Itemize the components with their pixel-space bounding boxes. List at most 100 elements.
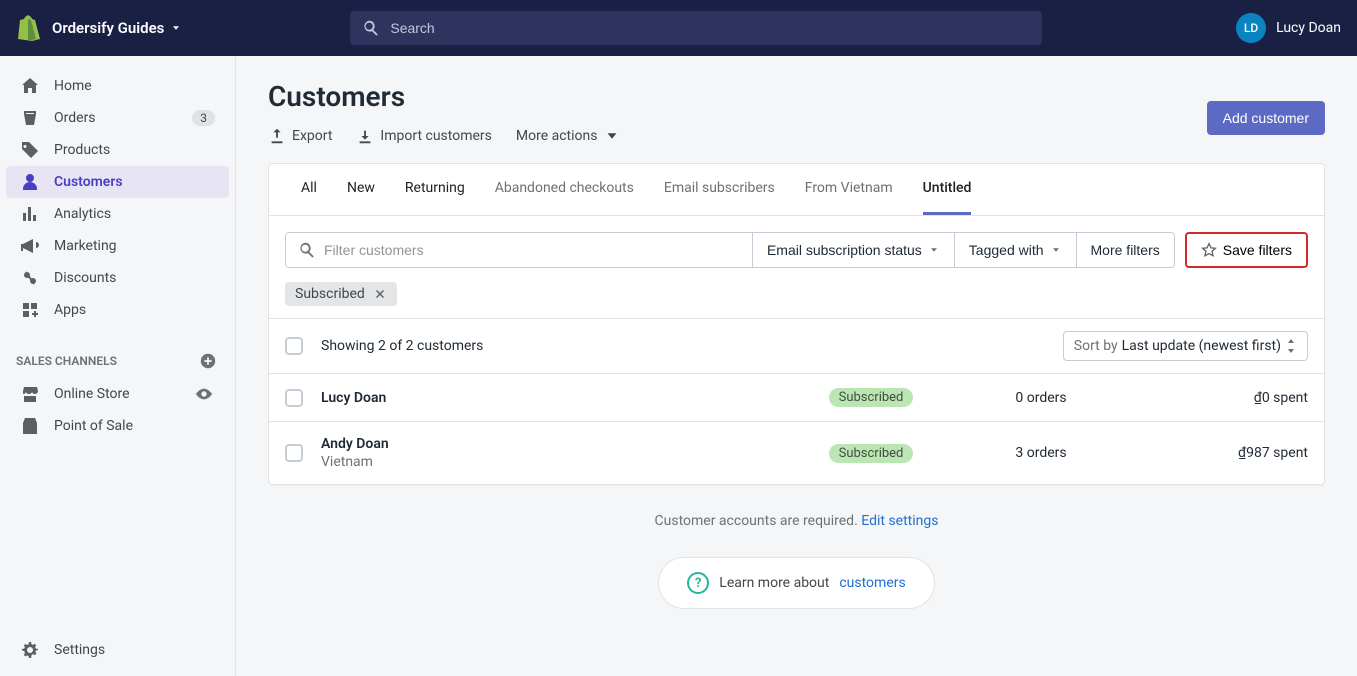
eye-icon xyxy=(195,385,213,403)
tag-icon xyxy=(20,140,40,160)
tab-abandoned[interactable]: Abandoned checkouts xyxy=(495,164,634,215)
edit-settings-link[interactable]: Edit settings xyxy=(861,513,938,529)
sales-channels-label: SALES CHANNELS xyxy=(16,354,117,368)
discount-icon xyxy=(20,268,40,288)
filter-label: Email subscription status xyxy=(767,242,922,258)
orders-cell: 0 orders xyxy=(961,390,1121,406)
save-filters-button[interactable]: Save filters xyxy=(1185,232,1308,268)
sidebar-item-settings[interactable]: Settings xyxy=(6,634,229,666)
add-channel-button[interactable] xyxy=(197,350,219,372)
home-icon xyxy=(20,76,40,96)
topbar: Ordersify Guides LD Lucy Doan xyxy=(0,0,1357,56)
import-button[interactable]: Import customers xyxy=(356,127,491,145)
customer-name: Lucy Doan xyxy=(321,390,781,406)
filter-search-input[interactable] xyxy=(324,242,740,258)
sidebar-item-apps[interactable]: Apps xyxy=(6,294,229,326)
sales-channels-heading: SALES CHANNELS xyxy=(0,350,235,372)
plus-circle-icon xyxy=(199,352,217,370)
applied-filters: Subscribed xyxy=(285,282,1308,306)
table-row[interactable]: Andy Doan Vietnam Subscribed 3 orders ₫9… xyxy=(269,421,1324,484)
import-icon xyxy=(356,127,374,145)
page-header: Customers Export Import customers More a… xyxy=(268,80,1325,145)
filter-label: Tagged with xyxy=(969,242,1044,258)
save-filters-label: Save filters xyxy=(1223,242,1292,258)
store-switcher[interactable]: Ordersify Guides xyxy=(52,19,182,37)
user-name-label: Lucy Doan xyxy=(1276,20,1341,36)
export-icon xyxy=(268,127,286,145)
spent-cell: ₫987 spent xyxy=(1121,445,1308,461)
sidebar-item-pos[interactable]: Point of Sale xyxy=(6,410,229,442)
sidebar-item-label: Discounts xyxy=(54,270,215,286)
tab-email-subscribers[interactable]: Email subscribers xyxy=(664,164,775,215)
sidebar-item-label: Online Store xyxy=(54,386,179,402)
more-filters-button[interactable]: More filters xyxy=(1077,232,1175,268)
customer-location: Vietnam xyxy=(321,454,781,470)
tab-new[interactable]: New xyxy=(347,164,375,215)
more-actions-label: More actions xyxy=(516,128,598,144)
user-menu[interactable]: LD Lucy Doan xyxy=(1236,13,1341,43)
close-icon xyxy=(373,287,387,301)
sidebar-item-orders[interactable]: Orders 3 xyxy=(6,102,229,134)
export-button[interactable]: Export xyxy=(268,127,332,145)
sidebar-item-home[interactable]: Home xyxy=(6,70,229,102)
row-checkbox[interactable] xyxy=(285,389,303,407)
sidebar-item-online-store[interactable]: Online Store xyxy=(6,378,229,410)
sidebar-item-customers[interactable]: Customers xyxy=(6,166,229,198)
sidebar-item-analytics[interactable]: Analytics xyxy=(6,198,229,230)
sidebar-item-label: Marketing xyxy=(54,238,215,254)
orders-icon xyxy=(20,108,40,128)
global-search-input[interactable] xyxy=(390,20,1030,36)
spent-cell: ₫0 spent xyxy=(1121,390,1308,406)
status-badge: Subscribed xyxy=(829,388,914,407)
star-icon xyxy=(1201,242,1217,258)
import-label: Import customers xyxy=(380,128,491,144)
tab-all[interactable]: All xyxy=(301,164,317,215)
analytics-icon xyxy=(20,204,40,224)
tabs: All New Returning Abandoned checkouts Em… xyxy=(269,164,1324,216)
select-all-checkbox[interactable] xyxy=(285,337,303,355)
tab-from-vietnam[interactable]: From Vietnam xyxy=(805,164,893,215)
more-actions-button[interactable]: More actions xyxy=(516,127,622,145)
sidebar: Home Orders 3 Products Customers Analyti… xyxy=(0,56,236,676)
pos-icon xyxy=(20,416,40,436)
global-search[interactable] xyxy=(350,11,1042,45)
remove-filter-button[interactable] xyxy=(373,287,387,301)
orders-cell: 3 orders xyxy=(961,445,1121,461)
filter-bar: Email subscription status Tagged with Mo… xyxy=(269,216,1324,318)
learn-more-callout: ? Learn more about customers xyxy=(658,557,934,609)
table-row[interactable]: Lucy Doan Subscribed 0 orders ₫0 spent xyxy=(269,373,1324,421)
shopify-logo-icon xyxy=(16,15,40,41)
sidebar-item-label: Products xyxy=(54,142,215,158)
sidebar-item-label: Orders xyxy=(54,110,178,126)
sidebar-item-label: Apps xyxy=(54,302,215,318)
filter-search[interactable] xyxy=(285,232,753,268)
footnote-text: Customer accounts are required. xyxy=(655,513,858,529)
caret-down-icon xyxy=(603,127,621,145)
person-icon xyxy=(20,172,40,192)
filter-email-subscription-status[interactable]: Email subscription status xyxy=(753,232,955,268)
caret-down-icon xyxy=(1050,244,1062,256)
learn-more-link[interactable]: customers xyxy=(839,575,905,591)
filter-label: More filters xyxy=(1091,242,1160,258)
caret-down-icon xyxy=(170,22,182,34)
sidebar-item-products[interactable]: Products xyxy=(6,134,229,166)
sort-by-dropdown[interactable]: Sort by Last update (newest first) xyxy=(1063,331,1308,361)
page-actions: Export Import customers More actions xyxy=(268,127,1207,145)
store-icon xyxy=(20,384,40,404)
sidebar-item-marketing[interactable]: Marketing xyxy=(6,230,229,262)
search-icon xyxy=(298,241,316,259)
sidebar-item-label: Analytics xyxy=(54,206,215,222)
store-name-label: Ordersify Guides xyxy=(52,19,164,37)
help-icon: ? xyxy=(687,572,709,594)
learn-more-text: Learn more about xyxy=(719,575,829,591)
row-checkbox[interactable] xyxy=(285,444,303,462)
tab-returning[interactable]: Returning xyxy=(405,164,465,215)
caret-down-icon xyxy=(928,244,940,256)
tab-untitled[interactable]: Untitled xyxy=(923,164,972,215)
filter-tag-subscribed[interactable]: Subscribed xyxy=(285,282,397,306)
filter-tagged-with[interactable]: Tagged with xyxy=(955,232,1077,268)
sidebar-item-discounts[interactable]: Discounts xyxy=(6,262,229,294)
add-customer-button[interactable]: Add customer xyxy=(1207,101,1325,135)
view-store-button[interactable] xyxy=(193,383,215,405)
showing-count: Showing 2 of 2 customers xyxy=(321,338,483,354)
